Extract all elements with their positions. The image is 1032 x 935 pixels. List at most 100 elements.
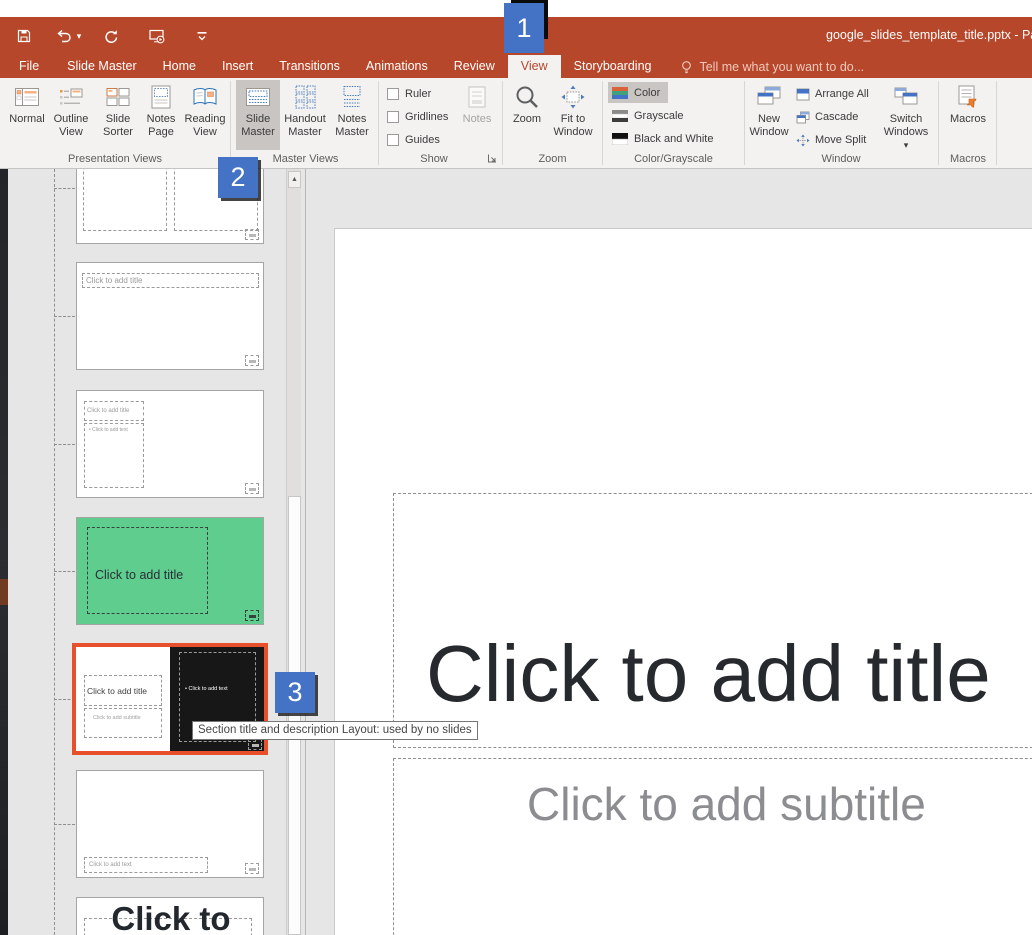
layout-thumbnail-green-title[interactable]: Click to add title xyxy=(76,517,264,625)
layout-tooltip: Section title and description Layout: us… xyxy=(192,721,478,740)
undo-dropdown-caret-icon[interactable] xyxy=(74,26,84,46)
tab-slide-master[interactable]: Slide Master xyxy=(54,55,149,78)
gridlines-checkbox-row[interactable]: Gridlines xyxy=(387,109,448,125)
slide-title-placeholder[interactable]: Click to add title xyxy=(393,493,1032,748)
thumbnail-title-placeholder: Click to add title xyxy=(84,401,144,421)
outline-view-icon xyxy=(58,84,84,110)
tab-file[interactable]: File xyxy=(4,55,54,78)
gridlines-checkbox[interactable] xyxy=(387,111,399,123)
switch-windows-icon xyxy=(893,84,919,110)
show-dialog-launcher-icon[interactable] xyxy=(487,153,498,164)
new-window-icon xyxy=(756,84,782,110)
switch-windows-button[interactable]: Switch Windows xyxy=(878,80,934,150)
slide-layout-panel: Click to add title Click to add title • … xyxy=(8,169,305,935)
thumbnail-title-placeholder: Click to add title xyxy=(82,273,259,288)
group-window: New Window Arrange All Cascade Move Spli… xyxy=(746,78,936,168)
arrange-all-button[interactable]: Arrange All xyxy=(796,84,869,104)
zoom-icon xyxy=(514,84,540,110)
tell-me-placeholder: Tell me what you want to do... xyxy=(699,60,864,74)
zoom-button[interactable]: Zoom xyxy=(506,80,548,150)
ruler-checkbox-row[interactable]: Ruler xyxy=(387,86,431,102)
notes-master-icon xyxy=(339,84,365,110)
handout-master-button[interactable]: Handout Master xyxy=(280,80,330,150)
fit-to-window-icon xyxy=(560,84,586,110)
notes-master-button[interactable]: Notes Master xyxy=(330,80,374,150)
switch-windows-caret-icon xyxy=(904,139,909,152)
tab-animations[interactable]: Animations xyxy=(353,55,441,78)
resize-handle xyxy=(248,739,262,750)
resize-handle xyxy=(245,355,259,366)
slide-sorter-icon xyxy=(105,84,131,110)
arrange-all-icon xyxy=(796,88,810,101)
callout-3: 3 xyxy=(275,672,315,713)
tab-insert[interactable]: Insert xyxy=(209,55,266,78)
slide-subtitle-placeholder[interactable]: Click to add subtitle xyxy=(393,758,1032,935)
grayscale-swatch-icon xyxy=(612,110,628,122)
layout-thumbnail-caption[interactable]: Click to add text xyxy=(76,770,264,878)
group-label-show: Show xyxy=(381,153,501,165)
notes-icon xyxy=(464,84,490,110)
scrollbar-up-arrow[interactable]: ▲ xyxy=(288,171,301,188)
group-presentation-views: Normal Outline View Slide Sorter Notes P… xyxy=(2,78,228,168)
save-icon[interactable] xyxy=(14,26,34,46)
tab-transitions[interactable]: Transitions xyxy=(266,55,353,78)
notes-page-button[interactable]: Notes Page xyxy=(140,80,182,150)
layout-thumbnail-title-content[interactable]: Click to add title • Click to add text xyxy=(76,390,264,498)
powerpoint-window: google_slides_template_title.pptx - Pa F… xyxy=(0,0,1032,935)
group-macros: Macros Macros xyxy=(940,78,996,168)
macros-icon xyxy=(955,84,981,110)
tab-storyboarding[interactable]: Storyboarding xyxy=(561,55,665,78)
callout-2: 2 xyxy=(218,157,258,198)
customize-quick-access-toolbar-icon[interactable] xyxy=(192,26,212,46)
group-zoom: Zoom Fit to Window Zoom xyxy=(504,78,601,168)
layout-thumbnail-title-only[interactable]: Click to add title xyxy=(76,262,264,370)
panel-scrollbar[interactable]: ▲ xyxy=(286,169,301,935)
handout-master-icon xyxy=(292,84,318,110)
start-from-beginning-icon[interactable] xyxy=(147,26,167,46)
resize-handle xyxy=(245,610,259,621)
normal-view-button[interactable]: Normal xyxy=(6,80,48,150)
fit-to-window-button[interactable]: Fit to Window xyxy=(548,80,598,150)
resize-handle xyxy=(245,863,259,874)
desktop-edge xyxy=(0,169,8,935)
new-window-button[interactable]: New Window xyxy=(746,80,792,150)
callout-1: 1 xyxy=(504,3,544,53)
normal-view-icon xyxy=(14,84,40,110)
move-split-button[interactable]: Move Split xyxy=(796,130,866,150)
undo-icon[interactable] xyxy=(53,26,73,46)
slide-master-button[interactable]: Slide Master xyxy=(236,80,280,150)
layout-thumbnail-big-title[interactable]: Click to xyxy=(76,897,264,935)
color-swatch-icon xyxy=(612,87,628,99)
tab-view[interactable]: View xyxy=(508,55,561,78)
slide-canvas[interactable]: Click to add title Click to add subtitle xyxy=(334,228,1032,935)
guides-checkbox-row[interactable]: Guides xyxy=(387,132,440,148)
macros-button[interactable]: Macros xyxy=(944,80,992,150)
black-and-white-button[interactable]: Black and White xyxy=(608,128,721,149)
ruler-checkbox[interactable] xyxy=(387,88,399,100)
slide-subtitle-prompt: Click to add subtitle xyxy=(527,779,926,829)
redo-icon[interactable] xyxy=(101,26,121,46)
group-label-window: Window xyxy=(746,153,936,165)
thumbnail-title-placeholder: Click to add title xyxy=(84,675,162,706)
thumbnail-subtitle-placeholder: Click to add subtitle xyxy=(84,708,162,738)
tab-home[interactable]: Home xyxy=(150,55,209,78)
reading-view-button[interactable]: Reading View xyxy=(182,80,228,150)
cascade-button[interactable]: Cascade xyxy=(796,107,858,127)
group-master-views: Slide Master Handout Master Notes Master… xyxy=(233,78,378,168)
tab-review[interactable]: Review xyxy=(441,55,508,78)
workspace: Click to add title Click to add title • … xyxy=(0,169,1032,935)
thumbnail-big-title-text: Click to xyxy=(77,900,265,935)
document-title: google_slides_template_title.pptx - Pa xyxy=(826,28,1032,42)
group-label-color-grayscale: Color/Grayscale xyxy=(604,153,743,165)
grayscale-button[interactable]: Grayscale xyxy=(608,105,692,126)
lightbulb-icon xyxy=(680,60,693,74)
color-button[interactable]: Color xyxy=(608,82,668,103)
scrollbar-thumb[interactable] xyxy=(288,496,301,935)
slide-sorter-button[interactable]: Slide Sorter xyxy=(96,80,140,150)
outline-view-button[interactable]: Outline View xyxy=(48,80,94,150)
guides-checkbox[interactable] xyxy=(387,134,399,146)
tell-me-box[interactable]: Tell me what you want to do... xyxy=(680,55,864,78)
ribbon-tab-bar: File Slide Master Home Insert Transition… xyxy=(0,55,1032,78)
thumbnail-text-placeholder: Click to add text xyxy=(84,857,208,873)
slide-editing-area: Click to add title Click to add subtitle xyxy=(306,169,1032,935)
